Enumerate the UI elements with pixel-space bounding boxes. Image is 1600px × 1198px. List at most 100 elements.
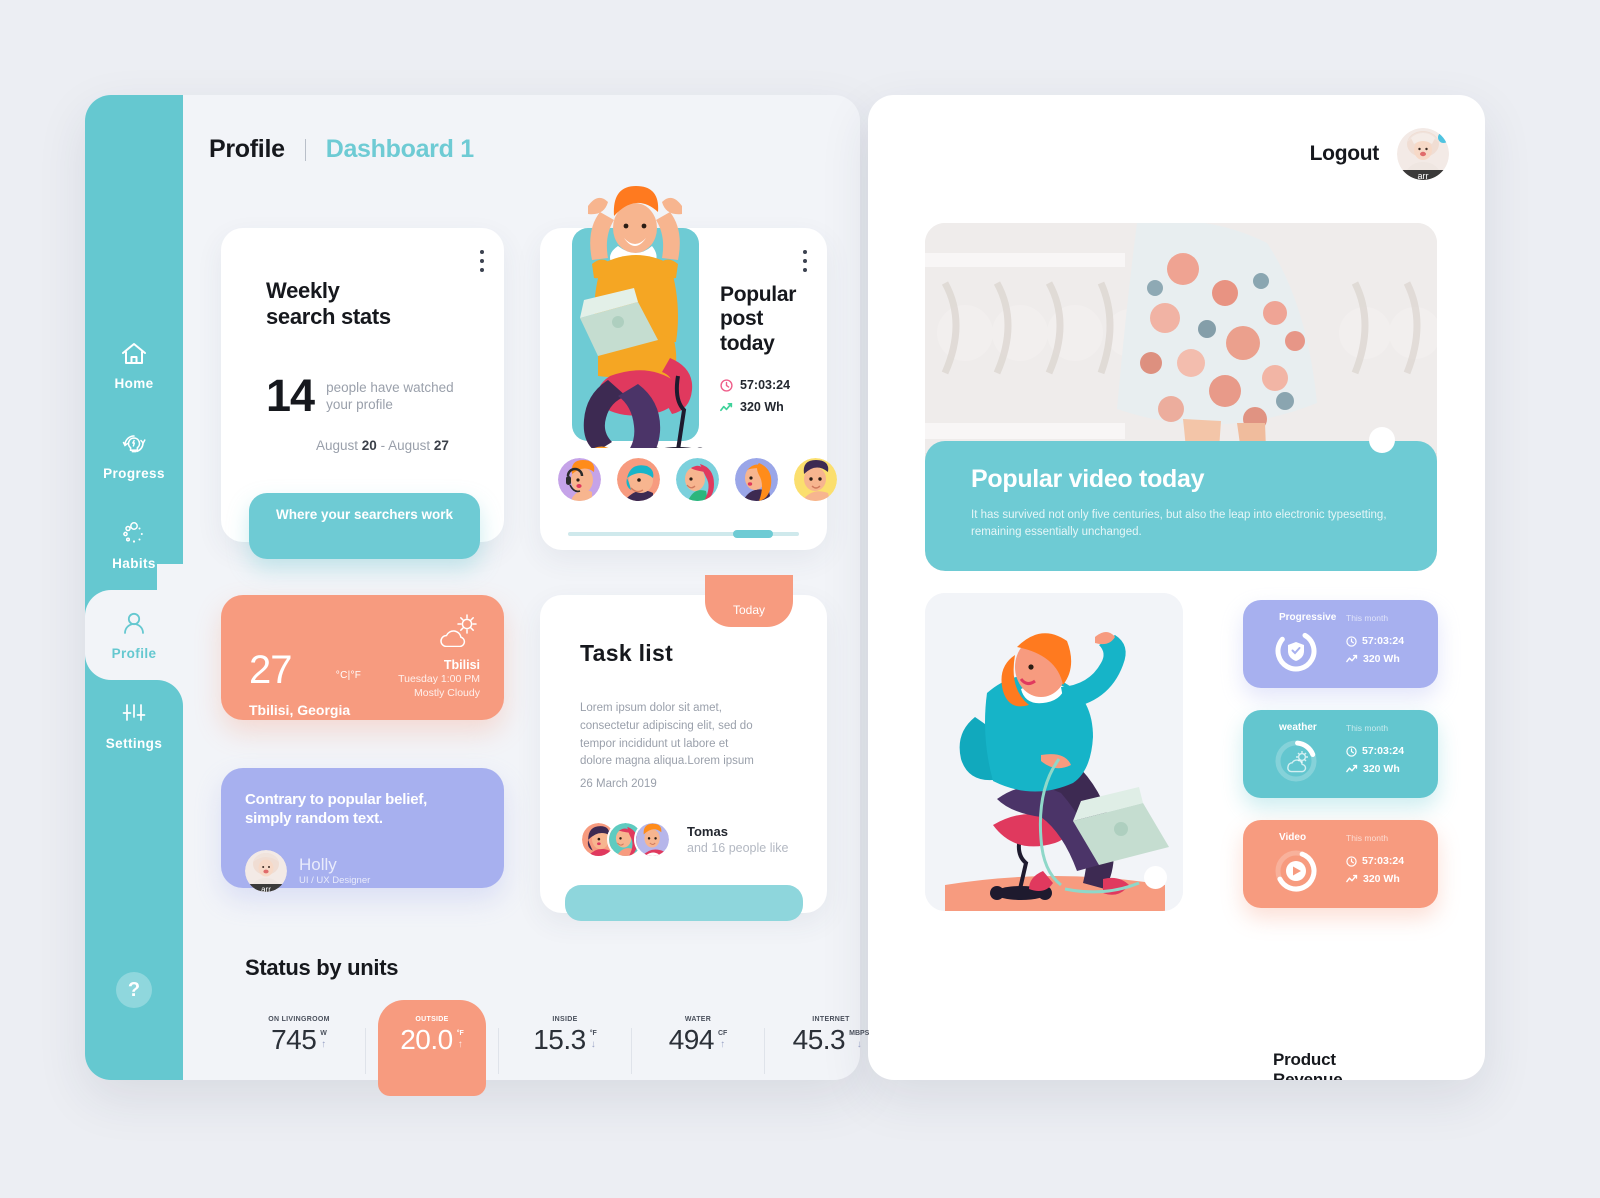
breadcrumb-profile[interactable]: Profile xyxy=(209,135,285,164)
unit-label: WATER xyxy=(684,1016,712,1023)
weekly-date-range: August 20 - August 27 xyxy=(316,438,449,453)
popular-video-card[interactable]: Popular video today It has survived not … xyxy=(925,223,1437,571)
list-item[interactable] xyxy=(794,458,837,501)
weather-units[interactable]: °C|°F xyxy=(295,654,403,739)
task-list-date: 26 March 2019 xyxy=(580,778,657,790)
unit-measure: CF xyxy=(717,1030,728,1037)
mini-card-title: Video xyxy=(1279,832,1307,843)
list-item[interactable] xyxy=(634,821,671,858)
status-unit-livingroom[interactable]: ON LIVINGROOM 745 W ↑ xyxy=(245,1000,353,1085)
weekly-title: Weekly search stats xyxy=(266,278,391,330)
avatar-5-icon xyxy=(794,458,837,501)
weekly-title-line1: Weekly xyxy=(266,278,340,303)
sidebar-nav: Home Progress Habits Profile Settings xyxy=(85,320,183,770)
mini-card-stats: 57:03:24 320 Wh xyxy=(1346,745,1404,775)
sidebar-item-settings[interactable]: Settings xyxy=(85,680,183,770)
energy-usage-block: 174 KWH Living Room xyxy=(963,1073,1054,1080)
product-revenue-block: Product Revenue Yearly 20.40% Montly 80.… xyxy=(1273,1050,1412,1080)
list-item[interactable] xyxy=(676,458,719,501)
post-title-line1: Popular xyxy=(720,283,797,306)
mini-card-stats: 57:03:24 320 Wh xyxy=(1346,855,1404,885)
avatar-1-icon xyxy=(558,458,601,501)
progress-thumb[interactable] xyxy=(733,530,773,538)
list-item[interactable] xyxy=(735,458,778,501)
task-card-footer-bar xyxy=(565,885,803,921)
mini-card-stats: 57:03:24 320 Wh xyxy=(1346,635,1404,665)
unit-measure: W xyxy=(320,1030,327,1037)
sidebar-item-progress[interactable]: Progress xyxy=(85,410,183,500)
sidebar-item-label: Home xyxy=(114,376,154,391)
clock-icon xyxy=(720,378,733,392)
weekly-count-row: 14 people have watched your profile xyxy=(266,370,454,421)
status-unit-water[interactable]: WATER 494 CF ↑ xyxy=(644,1000,752,1085)
where-searchers-work-button[interactable]: Where your searchers work xyxy=(249,493,480,559)
trend-line-icon xyxy=(1346,874,1358,883)
right-panel: Logout arr Popular video today It has su… xyxy=(868,95,1485,1080)
avatar-3-icon xyxy=(676,458,719,501)
video-title: Popular video today xyxy=(971,465,1205,493)
quote-author-name: Holly xyxy=(299,855,337,875)
post-progress-bar[interactable] xyxy=(568,530,799,538)
range-end: 27 xyxy=(433,438,449,453)
divider xyxy=(498,1028,499,1074)
weekly-count: 14 xyxy=(266,370,315,421)
mini-card-time: 57:03:24 xyxy=(1362,635,1405,647)
status-unit-outside[interactable]: OUTSIDE 20.0 °F ↑ xyxy=(378,1000,486,1096)
today-tab[interactable]: Today xyxy=(705,575,793,627)
mini-card-time-row: 57:03:24 xyxy=(1346,745,1404,757)
quote-author-text: Holly UI / UX Designer xyxy=(299,855,370,885)
mini-card-energy: 320 Wh xyxy=(1363,763,1400,775)
avatar[interactable]: arr xyxy=(245,850,287,892)
clock-icon xyxy=(1346,635,1357,647)
status-unit-internet[interactable]: INTERNET 45.3 MBPS ↓ xyxy=(777,1000,885,1085)
status-by-units-title: Status by units xyxy=(245,955,399,980)
range-prefix: August xyxy=(316,438,362,453)
avatar[interactable]: arr xyxy=(1397,128,1449,180)
unit-value: 15.3 xyxy=(533,1024,586,1055)
sidebar-item-home[interactable]: Home xyxy=(85,320,183,410)
unit-measure: °F xyxy=(456,1030,464,1037)
divider xyxy=(631,1028,632,1074)
mini-card-time-row: 57:03:24 xyxy=(1346,635,1404,647)
unit-trend-arrow-icon: ↑ xyxy=(457,1039,463,1050)
mini-card-progressive[interactable]: Progressive This month 57:03:24 320 Wh xyxy=(1243,600,1438,688)
kebab-menu-icon[interactable] xyxy=(803,250,807,277)
list-item[interactable] xyxy=(617,458,660,501)
sidebar-item-label: Habits xyxy=(112,556,156,571)
post-meta: 57:03:24 320 Wh xyxy=(720,378,790,414)
mini-card-title: weather xyxy=(1279,722,1317,733)
mini-card-energy: 320 Wh xyxy=(1363,873,1400,885)
weekly-title-line2: search stats xyxy=(266,303,391,329)
post-energy-row: 320 Wh xyxy=(720,400,790,414)
avatar-4-icon xyxy=(735,458,778,501)
kebab-menu-icon[interactable] xyxy=(480,250,484,277)
status-unit-inside[interactable]: INSIDE 15.3 °F ↓ xyxy=(511,1000,619,1085)
liker-name: Tomas xyxy=(687,824,728,839)
trend-line-icon xyxy=(1346,764,1358,773)
breadcrumb-dashboard[interactable]: Dashboard 1 xyxy=(326,135,474,164)
post-avatar-list xyxy=(558,458,837,501)
mini-card-energy-row: 320 Wh xyxy=(1346,763,1404,775)
progress-ring xyxy=(1275,740,1317,782)
mini-card-video[interactable]: Video This month 57:03:24 320 Wh xyxy=(1243,820,1438,908)
lightbulb-refresh-icon xyxy=(122,435,146,453)
avatar-2-icon xyxy=(617,458,660,501)
quote-avatar-image: arr xyxy=(245,850,287,892)
status-units-row: ON LIVINGROOM 745 W ↑ OUTSIDE 20.0 °F ↑ xyxy=(245,1000,885,1096)
home-icon xyxy=(122,343,146,364)
weather-location: Tbilisi, Georgia xyxy=(249,702,351,718)
list-item[interactable] xyxy=(558,458,601,501)
sidebar-item-profile[interactable]: Profile xyxy=(85,564,183,706)
logout-button[interactable]: Logout xyxy=(1310,142,1380,166)
weather-temp-row: 27 °C|°F xyxy=(249,650,403,739)
energy-value: 174 xyxy=(963,1073,1014,1080)
mini-card-weather[interactable]: weather This month 57:03:24 320 Wh xyxy=(1243,710,1438,798)
mini-card-time-row: 57:03:24 xyxy=(1346,855,1404,867)
post-title: Popular post today xyxy=(720,283,796,356)
unit-value: 745 xyxy=(271,1024,317,1055)
status-dot xyxy=(1438,132,1449,143)
breadcrumb-separator xyxy=(304,138,306,161)
quote-card: Contrary to popular belief, simply rando… xyxy=(221,768,504,892)
help-button[interactable]: ? xyxy=(116,972,152,1008)
unit-measure: °F xyxy=(589,1030,597,1037)
